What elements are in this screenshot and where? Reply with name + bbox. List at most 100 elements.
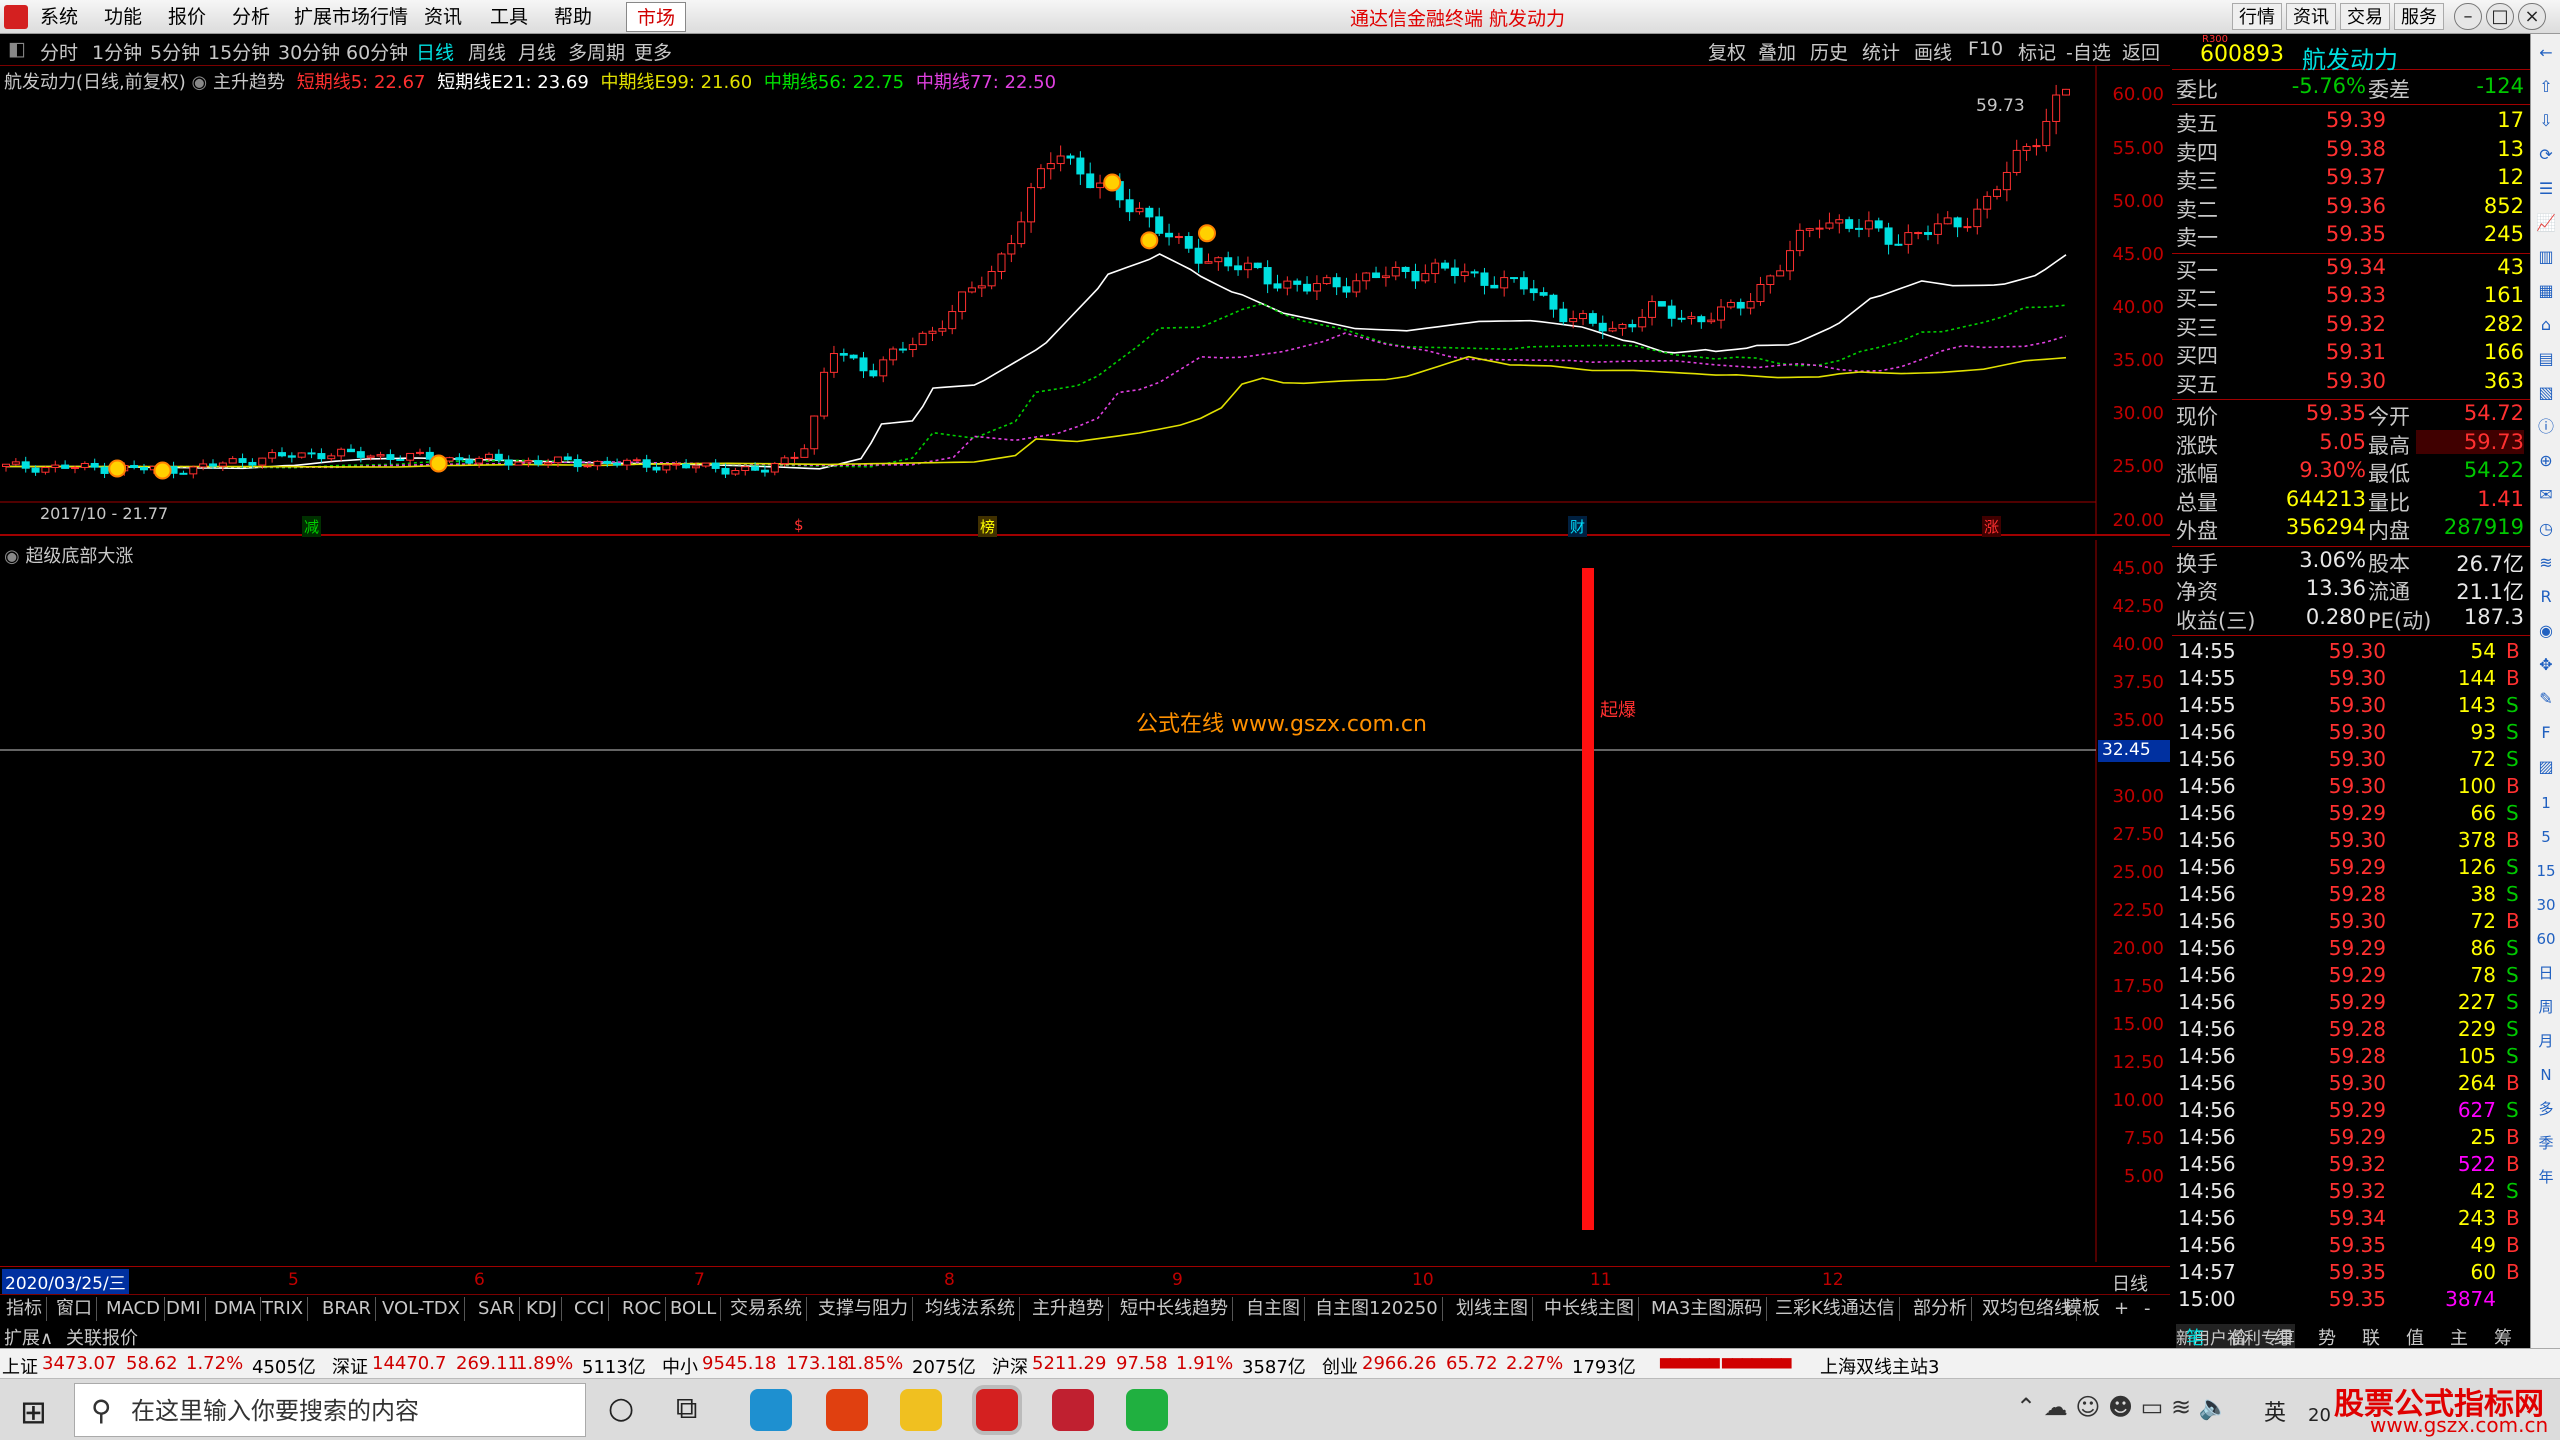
zoom-icon[interactable]: ⊕ [2535,450,2557,472]
indicator-tab[interactable]: 交易系统 [726,1297,807,1321]
event-marker[interactable]: $ [794,516,804,534]
indicator-tab[interactable]: 均线法系统 [921,1297,1020,1321]
period-daily[interactable]: 日线 [416,38,454,65]
indicator-tab[interactable]: VOL-TDX [378,1297,465,1321]
period-monthly[interactable]: 月线 [518,38,556,65]
panel-toggle-icon[interactable]: ◧ [8,38,26,60]
calc-icon[interactable]: ▧ [2535,382,2557,404]
windows-start-icon[interactable]: ⊞ [20,1393,47,1431]
minimize-icon[interactable]: – [2454,3,2482,30]
down-icon[interactable]: ⇩ [2535,110,2557,132]
period-weekly[interactable]: 周线 [468,38,506,65]
bid-row[interactable]: 买四 59.31 166 [2176,340,2526,368]
bank-icon[interactable]: ⌂ [2535,314,2557,336]
btn-fuwu[interactable]: 服务 [2394,3,2444,30]
btn-lishi[interactable]: 历史 [1810,38,1848,65]
menu-quote[interactable]: 报价 [168,4,206,30]
tray-icons[interactable]: ⌃ ☁ ☺ ☻ ▭ ≋ 🔈 [2016,1393,2229,1421]
indicator-tab[interactable]: 窗口 [52,1297,97,1321]
add-tab-button[interactable]: + [2110,1297,2133,1321]
menu-analysis[interactable]: 分析 [232,4,270,30]
bar-icon[interactable]: ▥ [2535,246,2557,268]
btn-f10[interactable]: F10 [1968,38,2003,60]
period-shortcut-8[interactable]: N [2535,1064,2557,1086]
quote-tab[interactable]: 价 [2230,1324,2248,1350]
indicator-tab[interactable]: DMI [162,1297,206,1321]
indicator-toggle-icon[interactable]: ◉ [192,72,208,93]
info-icon[interactable]: ⓘ [2535,416,2557,438]
image-icon[interactable]: ▨ [2535,756,2557,778]
indicator-tab[interactable]: TRIX [258,1297,309,1321]
btn-jiaoyi[interactable]: 交易 [2340,3,2390,30]
back-icon[interactable]: ← [2535,42,2557,64]
period-shortcut-6[interactable]: 周 [2535,996,2557,1018]
period-shortcut-7[interactable]: 月 [2535,1030,2557,1052]
menu-tools[interactable]: 工具 [490,4,528,30]
indicator-tab[interactable]: SAR [474,1297,520,1321]
sub-indicator-title[interactable]: ◉ 超级底部大涨 [4,542,133,568]
indicator-tab[interactable]: BRAR [318,1297,376,1321]
signal-dot[interactable] [1103,173,1122,192]
period-shortcut-3[interactable]: 30 [2535,894,2557,916]
btn-zixuan[interactable]: -自选 [2066,38,2111,65]
ask-row[interactable]: 卖五 59.39 17 [2176,108,2526,136]
signal-dot[interactable] [153,461,172,480]
indicator-tab[interactable]: DMA [210,1297,261,1321]
quote-tab[interactable]: 主 [2450,1324,2468,1350]
menu-system[interactable]: 系统 [40,4,78,30]
quote-tab[interactable]: 值 [2406,1324,2424,1350]
cortana-icon[interactable]: ○ [608,1391,634,1426]
period-fenshi[interactable]: 分时 [40,38,78,65]
menu-function[interactable]: 功能 [104,4,142,30]
indicator-tab[interactable]: 支撑与阻力 [814,1297,913,1321]
task-view-icon[interactable]: ⧉ [676,1391,697,1426]
mail-icon[interactable]: ✉ [2535,484,2557,506]
btn-hangqing[interactable]: 行情 [2232,3,2282,30]
ask-row[interactable]: 卖二 59.36 852 [2176,194,2526,222]
office-icon[interactable] [826,1389,868,1431]
period-shortcut-5[interactable]: 日 [2535,962,2557,984]
event-marker[interactable]: 榜 [978,516,998,537]
btn-tongji[interactable]: 统计 [1862,38,1900,65]
wechat-icon[interactable] [1126,1389,1168,1431]
event-marker[interactable]: 涨 [1982,516,2002,537]
up-icon[interactable]: ⇧ [2535,76,2557,98]
period-shortcut-11[interactable]: 年 [2535,1166,2557,1188]
btn-zixun[interactable]: 资讯 [2286,3,2336,30]
indicator-tab[interactable]: 自主图 [1242,1297,1305,1321]
indicator-tab[interactable]: CCI [570,1297,610,1321]
indicator-tab[interactable]: 三彩K线通达信 [1771,1297,1900,1321]
maximize-icon[interactable]: □ [2486,3,2514,30]
bid-row[interactable]: 买二 59.33 161 [2176,283,2526,311]
index-name[interactable]: 上证 [2,1353,38,1379]
close-icon[interactable]: × [2518,3,2546,30]
ask-row[interactable]: 卖四 59.38 13 [2176,137,2526,165]
event-marker[interactable]: 减 [302,516,322,537]
signal-dot[interactable] [1197,224,1216,243]
kline-chart[interactable] [0,66,2170,536]
period-1min[interactable]: 1分钟 [92,38,142,65]
menu-news[interactable]: 资讯 [424,4,462,30]
btn-diejia[interactable]: 叠加 [1758,38,1796,65]
index-name[interactable]: 沪深 [992,1353,1028,1379]
period-15min[interactable]: 15分钟 [208,38,270,65]
ime-indicator[interactable]: 英 [2264,1395,2286,1427]
menu-help[interactable]: 帮助 [554,4,592,30]
indicator-tab[interactable]: MA3主图源码 [1647,1297,1768,1321]
btn-fanhui[interactable]: 返回 [2122,38,2160,65]
period-shortcut-4[interactable]: 60 [2535,928,2557,950]
indicator-tab[interactable]: 短中长线趋势 [1116,1297,1233,1321]
indicator-tab[interactable]: 主升趋势 [1028,1297,1109,1321]
signal-dot[interactable] [1140,231,1159,250]
period-multi[interactable]: 多周期 [568,38,625,65]
sub-indicator-chart[interactable] [0,540,2170,1262]
bid-row[interactable]: 买五 59.30 363 [2176,369,2526,397]
indicator-tab[interactable]: 自主图120250 [1311,1297,1443,1321]
market-tab[interactable]: 市场 [626,2,686,32]
grid-icon[interactable]: ▦ [2535,280,2557,302]
period-shortcut-9[interactable]: 多 [2535,1098,2557,1120]
period-shortcut-2[interactable]: 15 [2535,860,2557,882]
quote-tab[interactable]: 笔 [2186,1324,2204,1350]
ext-toggle[interactable]: 扩展∧ [4,1324,53,1350]
indicator-tab[interactable]: 中长线主图 [1540,1297,1639,1321]
